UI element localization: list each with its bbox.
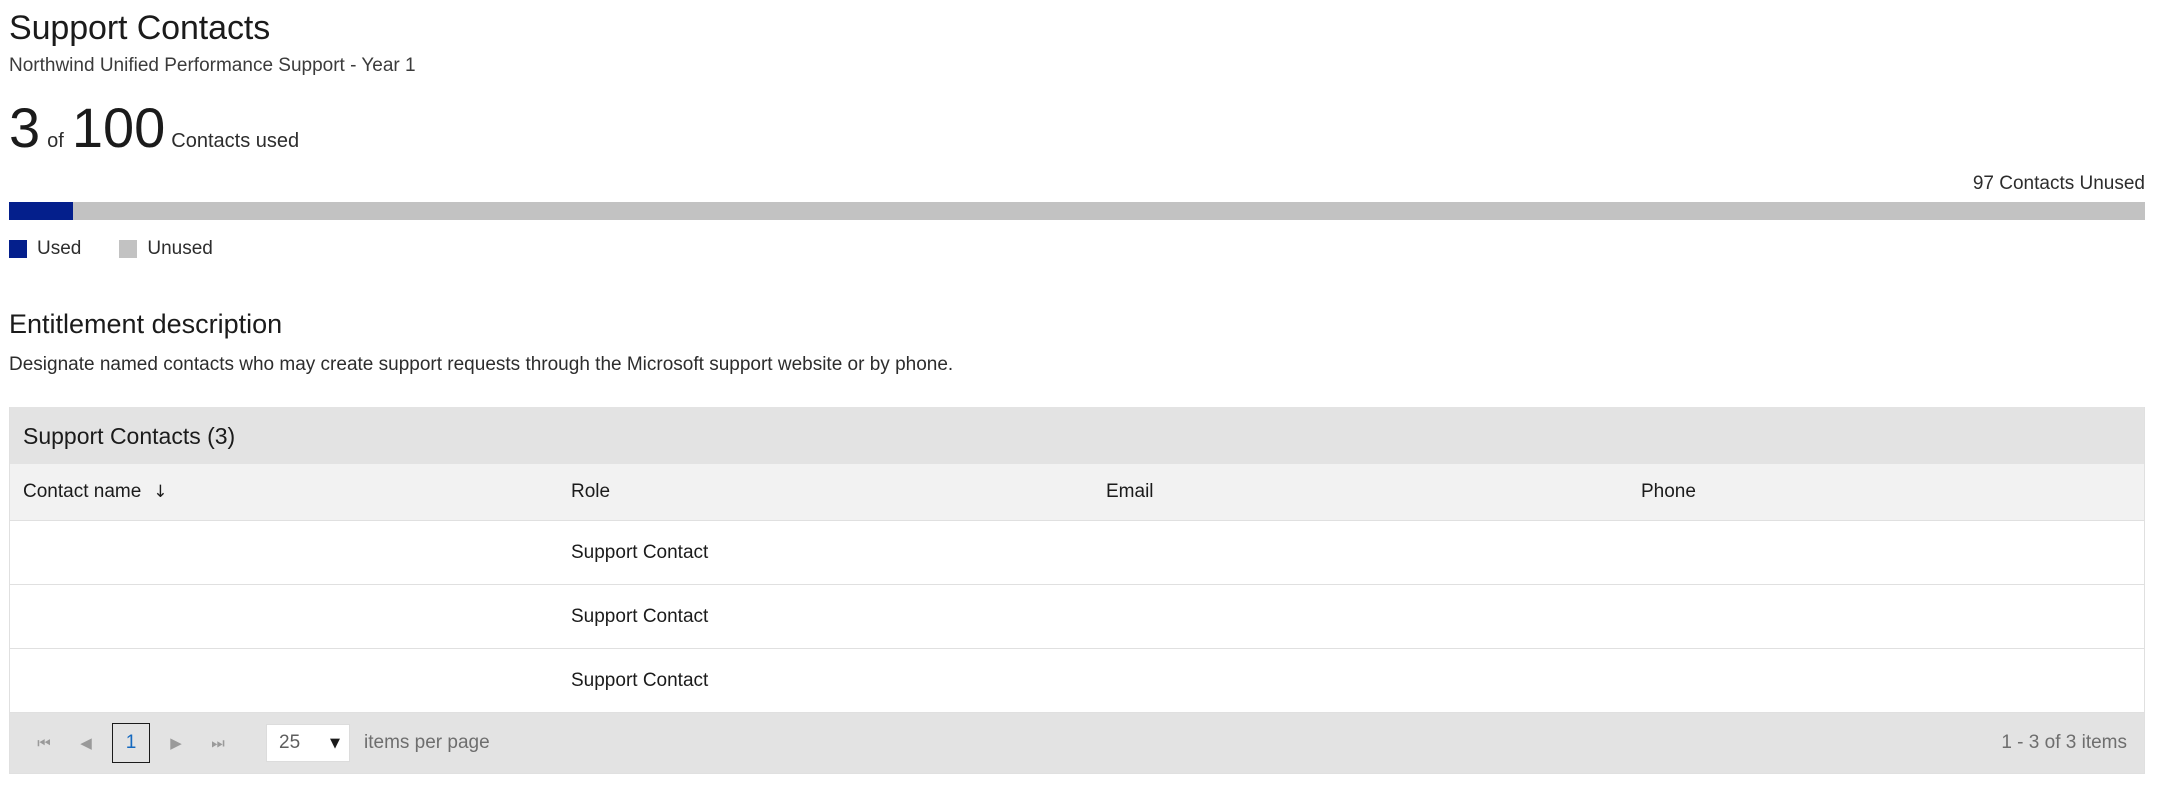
- usage-progress-fill: [9, 202, 74, 220]
- pager-page-1-button[interactable]: 1: [112, 723, 150, 763]
- support-contacts-grid: Support Contacts (3) Contact name ↓ Role…: [9, 407, 2145, 774]
- column-header-contact-name[interactable]: Contact name ↓: [10, 480, 558, 504]
- legend-swatch-used-icon: [9, 240, 27, 258]
- items-per-page-label: items per page: [364, 732, 490, 753]
- chevron-down-icon: ▼: [330, 735, 340, 751]
- usage-legend: Used Unused: [9, 238, 2135, 260]
- legend-item-used: Used: [9, 238, 81, 260]
- sort-descending-icon: ↓: [153, 481, 168, 502]
- usage-caption: Contacts used: [171, 130, 300, 152]
- legend-item-unused: Unused: [119, 238, 213, 260]
- pager-previous-page-icon[interactable]: ◀: [65, 722, 107, 764]
- grid-toolbar: Support Contacts (3): [10, 407, 2144, 464]
- grid-title: Support Contacts (3): [23, 422, 236, 449]
- support-contacts-page: Support Contacts Northwind Unified Perfo…: [0, 0, 2171, 811]
- usage-used-count: 3: [9, 96, 41, 159]
- usage-bar-section: 97 Contacts Unused: [9, 172, 2145, 220]
- usage-of-label: of: [47, 130, 64, 152]
- column-header-email-label: Email: [1106, 481, 1154, 502]
- cell-role: Support Contact: [571, 541, 709, 563]
- cell-role: Support Contact: [571, 669, 709, 691]
- table-row[interactable]: Support Contact: [10, 521, 2144, 585]
- usage-total-count: 100: [71, 96, 166, 159]
- column-header-phone-label: Phone: [1641, 481, 1696, 502]
- usage-metric: 3 of 100 Contacts used: [9, 100, 2135, 156]
- legend-label-used: Used: [37, 238, 82, 259]
- entitlement-description: Designate named contacts who may create …: [9, 354, 954, 375]
- page-subtitle: Northwind Unified Performance Support - …: [9, 55, 416, 76]
- table-row[interactable]: Support Contact: [10, 649, 2144, 713]
- column-header-contact-name-label: Contact name: [23, 481, 142, 502]
- unused-label: 97 Contacts Unused: [1972, 173, 2145, 194]
- page-size-select[interactable]: 25 ▼: [266, 724, 350, 762]
- pager-last-page-icon[interactable]: ⏭: [197, 722, 239, 764]
- column-header-role[interactable]: Role: [558, 480, 1093, 504]
- grid-header-row: Contact name ↓ Role Email Phone: [10, 464, 2144, 521]
- usage-progress-bar: [9, 202, 2145, 220]
- column-header-email[interactable]: Email: [1093, 480, 1628, 504]
- page-size-value: 25: [279, 732, 301, 753]
- column-header-role-label: Role: [571, 481, 611, 502]
- table-row[interactable]: Support Contact: [10, 585, 2144, 649]
- page-title: Support Contacts: [9, 9, 271, 47]
- legend-label-unused: Unused: [147, 238, 213, 259]
- pager-next-page-icon[interactable]: ▶: [155, 722, 197, 764]
- column-header-phone[interactable]: Phone: [1628, 480, 2144, 504]
- pager-item-range-summary: 1 - 3 of 3 items: [2001, 732, 2127, 753]
- grid-pager: ⏮ ◀ 1 ▶ ⏭ 25 ▼ items per page 1 - 3 of 3…: [10, 713, 2144, 773]
- entitlement-heading: Entitlement description: [9, 309, 283, 339]
- legend-swatch-unused-icon: [119, 240, 138, 258]
- cell-role: Support Contact: [571, 605, 709, 627]
- pager-first-page-icon[interactable]: ⏮: [23, 722, 65, 764]
